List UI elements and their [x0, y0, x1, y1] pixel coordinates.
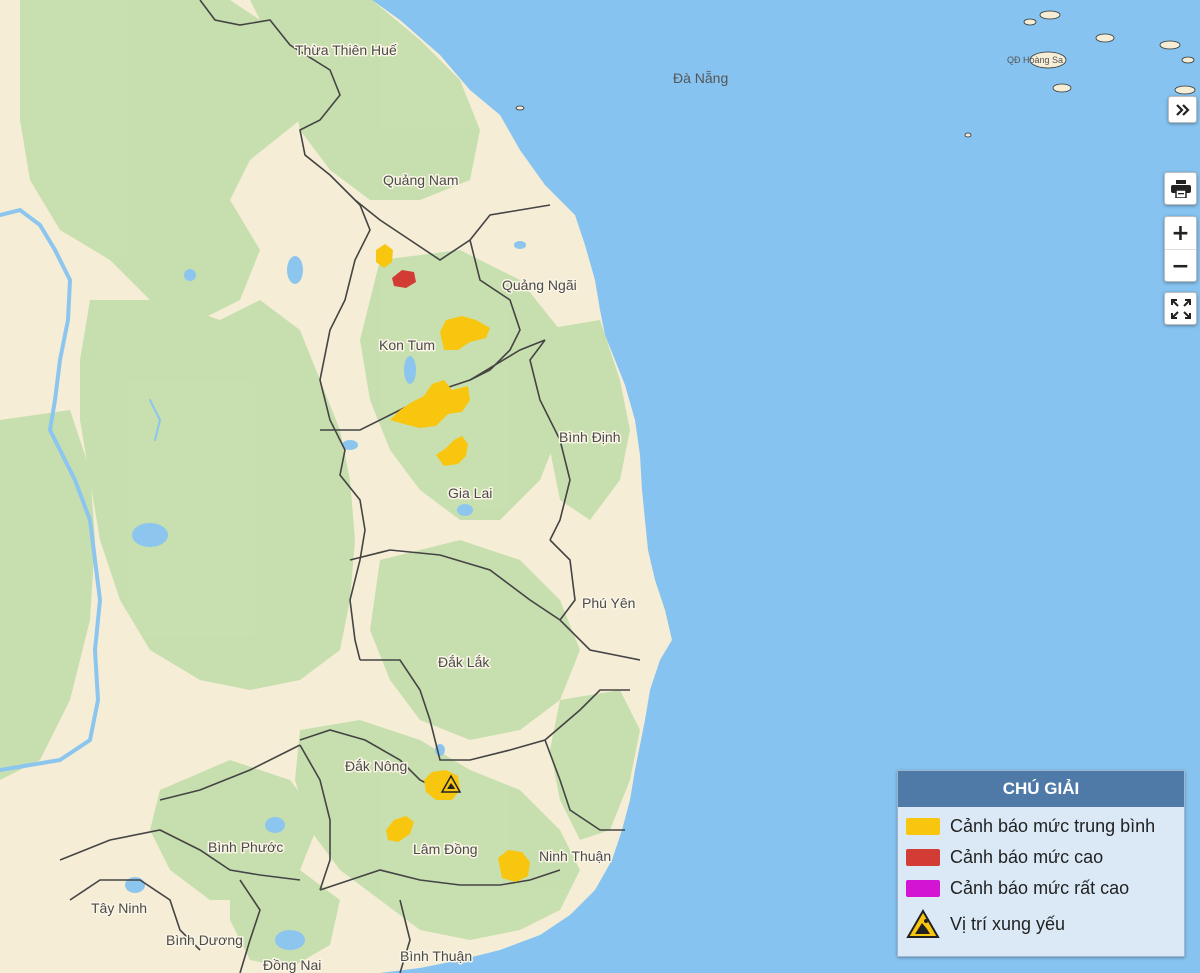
label-ninh-thuan: Ninh Thuận: [539, 848, 611, 864]
label-phu-yen: Phú Yên: [582, 595, 635, 611]
legend-label-very-high: Cảnh báo mức rất cao: [950, 878, 1130, 898]
label-binh-dinh: Bình Định: [559, 429, 620, 445]
label-kon-tum: Kon Tum: [379, 337, 435, 353]
legend-label-vulnerable: Vị trí xung yếu: [950, 913, 1066, 934]
label-quang-nam: Quảng Nam: [383, 172, 458, 188]
zoom-in-button[interactable]: +: [1165, 217, 1196, 249]
legend-item-vulnerable: Vị trí xung yếu: [898, 904, 1184, 944]
print-button[interactable]: [1164, 172, 1197, 205]
zoom-out-button[interactable]: −: [1165, 249, 1196, 282]
label-lam-dong: Lâm Đồng: [413, 841, 478, 857]
label-dak-nong: Đắk Nông: [345, 758, 407, 774]
label-hoang-sa: QĐ Hoàng Sa: [1007, 55, 1063, 65]
legend-title: CHÚ GIẢI: [898, 771, 1184, 807]
legend-label-high: Cảnh báo mức cao: [950, 847, 1104, 867]
legend-item-medium: Cảnh báo mức trung bình: [898, 811, 1184, 842]
label-thua-thien-hue: Thừa Thiên Huế: [295, 42, 397, 58]
landslide-warning-icon: [906, 909, 940, 938]
label-gia-lai: Gia Lai: [448, 485, 492, 501]
legend-swatch-medium: [906, 818, 940, 835]
zoom-controls: + −: [1164, 216, 1197, 282]
fullscreen-button[interactable]: [1164, 292, 1197, 325]
label-dak-lak: Đắk Lắk: [438, 654, 490, 670]
legend-swatch-high: [906, 849, 940, 866]
label-tay-ninh: Tây Ninh: [91, 900, 147, 916]
label-dong-nai: Đồng Nai: [263, 957, 321, 973]
fullscreen-icon: [1170, 298, 1191, 319]
legend-swatch-very-high: [906, 880, 940, 897]
label-binh-thuan: Bình Thuận: [400, 948, 472, 964]
legend-item-high: Cảnh báo mức cao: [898, 842, 1184, 873]
legend-label-medium: Cảnh báo mức trung bình: [950, 816, 1156, 836]
legend-item-very-high: Cảnh báo mức rất cao: [898, 873, 1184, 904]
label-quang-ngai: Quảng Ngãi: [502, 277, 577, 293]
printer-icon: [1170, 179, 1191, 198]
chevron-double-right-icon: [1175, 103, 1190, 116]
label-binh-duong: Bình Dương: [166, 932, 243, 948]
label-binh-phuoc: Bình Phước: [208, 839, 283, 855]
map-legend: CHÚ GIẢI Cảnh báo mức trung bình Cảnh bá…: [897, 770, 1185, 957]
label-da-nang: Đà Nẵng: [673, 70, 728, 86]
expand-panel-button[interactable]: [1168, 96, 1197, 123]
